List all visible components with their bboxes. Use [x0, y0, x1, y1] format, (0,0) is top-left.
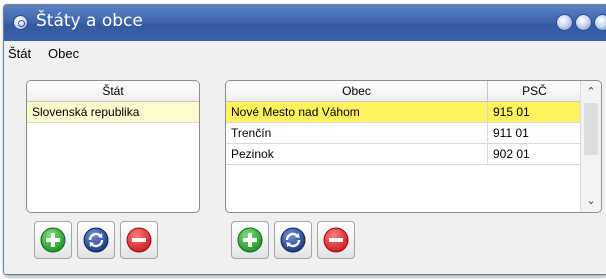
vertical-scrollbar[interactable]: ⌃ ⌄: [580, 81, 601, 212]
menu-item-obec[interactable]: Obec: [48, 46, 79, 61]
refresh-icon: [280, 227, 306, 253]
app-window: Štáty a obce Štát Obec Štát Slovenská re…: [3, 4, 606, 275]
refresh-municipalities-button[interactable]: [274, 221, 312, 259]
table-row[interactable]: Trenčín 911 01: [226, 123, 581, 144]
scroll-down-icon[interactable]: ⌄: [581, 192, 601, 210]
table-row[interactable]: Slovenská republika: [27, 102, 199, 123]
cell-psc: 911 01: [487, 123, 581, 144]
column-header-stat[interactable]: Štát: [27, 81, 199, 102]
scroll-up-icon[interactable]: ⌃: [581, 83, 601, 101]
cell-state: Slovenská republika: [32, 105, 140, 119]
cell-obec: Nové Mesto nad Váhom: [231, 105, 360, 119]
add-municipality-button[interactable]: [231, 221, 269, 259]
app-icon: [13, 15, 28, 30]
column-header-obec[interactable]: Obec: [226, 81, 487, 102]
scroll-thumb[interactable]: [584, 103, 598, 155]
plus-icon: [237, 227, 263, 253]
cell-obec: Pezinok: [231, 147, 274, 161]
refresh-icon: [83, 227, 109, 253]
states-table: Štát Slovenská republika: [26, 80, 200, 213]
minus-icon: [126, 227, 152, 253]
table-row[interactable]: Pezinok 902 01: [226, 144, 581, 165]
delete-municipality-button[interactable]: [317, 221, 355, 259]
cell-obec: Trenčín: [231, 126, 272, 140]
column-header-psc[interactable]: PSČ: [487, 81, 581, 102]
close-icon[interactable]: [594, 14, 606, 31]
municipalities-table: Obec PSČ Nové Mesto nad Váhom 915 01 Tre…: [225, 80, 602, 213]
window-title: Štáty a obce: [36, 11, 143, 31]
cell-psc: 902 01: [487, 144, 581, 165]
menu-item-stat[interactable]: Štát: [8, 46, 31, 61]
plus-icon: [40, 227, 66, 253]
cell-psc: 915 01: [487, 102, 581, 123]
minimize-icon[interactable]: [556, 14, 573, 31]
title-bar[interactable]: Štáty a obce: [4, 5, 606, 41]
delete-state-button[interactable]: [120, 221, 158, 259]
add-state-button[interactable]: [34, 221, 72, 259]
maximize-icon[interactable]: [575, 14, 592, 31]
refresh-states-button[interactable]: [77, 221, 115, 259]
minus-icon: [323, 227, 349, 253]
table-row[interactable]: Nové Mesto nad Váhom 915 01: [226, 102, 581, 123]
